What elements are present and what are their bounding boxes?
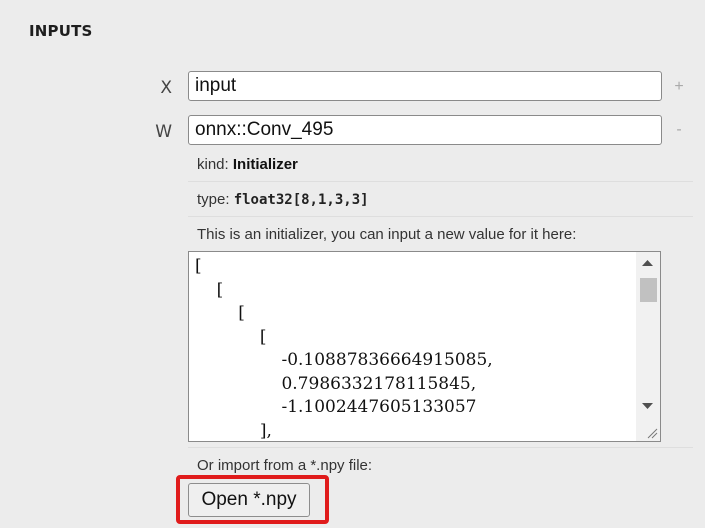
- resize-grip-icon[interactable]: [646, 427, 658, 439]
- input-w-field[interactable]: onnx::Conv_495: [188, 115, 662, 145]
- initializer-hint: This is an initializer, you can input a …: [197, 226, 577, 243]
- textarea-scrollbar[interactable]: [636, 252, 660, 441]
- kind-row: kind: Initializer: [188, 147, 693, 182]
- scroll-down-arrow-icon[interactable]: [636, 395, 660, 417]
- kind-label: kind:: [197, 156, 229, 173]
- input-x-label: X: [160, 78, 172, 98]
- input-w-label: W: [155, 122, 172, 142]
- import-hint: Or import from a *.npy file:: [197, 457, 373, 474]
- initializer-value-textarea[interactable]: [ [ [ [ -0.10887836664915085, 0.79863321…: [188, 251, 661, 442]
- add-input-button[interactable]: +: [671, 78, 687, 96]
- scrollbar-thumb[interactable]: [640, 278, 657, 302]
- input-x-field[interactable]: input: [188, 71, 662, 101]
- type-value: float32[8,1,3,3]: [233, 192, 369, 208]
- kind-value: Initializer: [232, 156, 298, 173]
- highlight-annotation: [176, 475, 329, 524]
- inputs-section-title: INPUTS: [29, 22, 93, 40]
- remove-input-button[interactable]: -: [671, 121, 687, 139]
- initializer-value-text: [ [ [ [ -0.10887836664915085, 0.79863321…: [195, 256, 493, 441]
- scroll-up-arrow-icon[interactable]: [636, 252, 660, 274]
- type-label: type:: [197, 191, 230, 208]
- type-row: type: float32[8,1,3,3]: [188, 183, 693, 217]
